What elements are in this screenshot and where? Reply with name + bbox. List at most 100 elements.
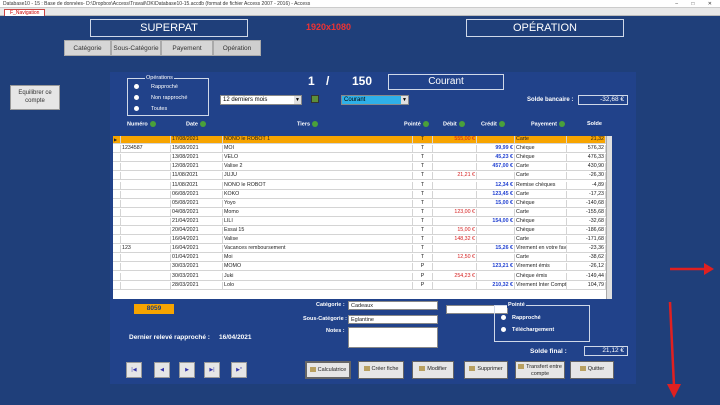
cell-solde[interactable]: -4,89 bbox=[567, 181, 606, 190]
row-selector[interactable] bbox=[113, 245, 121, 254]
cell-credit[interactable] bbox=[477, 227, 515, 235]
account-select[interactable]: Courant ▼ bbox=[341, 95, 409, 105]
cell-credit[interactable] bbox=[477, 136, 515, 144]
calculator-button[interactable]: Calculatrice bbox=[305, 361, 351, 379]
cell-date[interactable]: 13/08/2021 bbox=[171, 154, 223, 163]
table-row[interactable]: ▶ 17/08/2021 NONO le ROBOT 1 T 555,00 € Carte… bbox=[113, 136, 606, 144]
row-selector[interactable] bbox=[113, 181, 121, 190]
cell-pointe[interactable]: T bbox=[413, 154, 433, 163]
cell-payement[interactable]: Remise chèques bbox=[515, 181, 567, 190]
table-row[interactable]: 20/04/2021 Essai 15 T 15,00 € Chèque -186,68 bbox=[113, 227, 606, 235]
cell-tiers[interactable]: Yoyo bbox=[223, 199, 413, 208]
cell-solde[interactable]: -171,68 bbox=[567, 236, 606, 245]
cell-debit[interactable] bbox=[433, 190, 477, 199]
cell-payement[interactable]: Carte bbox=[515, 136, 567, 144]
minimize-button[interactable]: – bbox=[675, 1, 684, 7]
cell-payement[interactable]: Carte bbox=[515, 236, 567, 245]
cell-solde[interactable]: -32,68 bbox=[567, 217, 606, 226]
cell-date[interactable]: 05/08/2021 bbox=[171, 199, 223, 208]
cell-pointe[interactable]: T bbox=[413, 190, 433, 199]
cell-tiers[interactable]: NONO le ROBOT 1 bbox=[223, 136, 413, 144]
cell-date[interactable]: 20/04/2021 bbox=[171, 227, 223, 235]
cell-debit[interactable]: 12,50 € bbox=[433, 254, 477, 263]
cell-pointe[interactable]: P bbox=[413, 263, 433, 272]
col-solde[interactable]: Solde bbox=[587, 121, 602, 127]
cell-pointe[interactable]: T bbox=[413, 145, 433, 154]
cell-solde[interactable]: -26,30 bbox=[567, 172, 606, 181]
table-row[interactable]: 01/04/2021 Moi T 12,50 € Carte -38,62 bbox=[113, 254, 606, 263]
cell-num[interactable] bbox=[121, 136, 171, 144]
table-row[interactable]: 28/03/2021 Lolo P 210,32 € Virement Inter Co… bbox=[113, 281, 606, 290]
row-selector[interactable] bbox=[113, 272, 121, 281]
cell-debit[interactable]: 254,23 € bbox=[433, 272, 477, 281]
cell-date[interactable]: 04/08/2021 bbox=[171, 208, 223, 217]
col-debit[interactable]: Débit bbox=[443, 121, 465, 127]
cell-solde[interactable]: -23,36 bbox=[567, 245, 606, 254]
first-record-button[interactable]: |◀ bbox=[126, 362, 142, 378]
cell-credit[interactable]: 154,00 € bbox=[477, 217, 515, 226]
cell-pointe[interactable]: T bbox=[413, 136, 433, 144]
cell-pointe[interactable]: T bbox=[413, 199, 433, 208]
maximize-button[interactable]: □ bbox=[691, 1, 700, 7]
cell-pointe[interactable]: T bbox=[413, 163, 433, 172]
row-selector[interactable] bbox=[113, 208, 121, 217]
period-select[interactable]: 12 derniers mois ▼ bbox=[220, 95, 302, 105]
table-row[interactable]: 30/03/2021 MOMO P 123,21 € Virement émis -26,… bbox=[113, 263, 606, 272]
cell-solde[interactable]: -186,68 bbox=[567, 227, 606, 235]
table-row[interactable]: 11/08/2021 NONO le ROBOT T 12,34 € Remise ch… bbox=[113, 181, 606, 190]
sort-icon[interactable] bbox=[458, 121, 465, 127]
cell-solde[interactable]: 576,32 bbox=[567, 145, 606, 154]
create-record-button[interactable]: Créer fiche bbox=[358, 361, 404, 379]
cell-tiers[interactable]: Lolo bbox=[223, 281, 413, 290]
cell-tiers[interactable]: Moi bbox=[223, 254, 413, 263]
cell-payement[interactable]: Carte bbox=[515, 163, 567, 172]
table-row[interactable]: 05/08/2021 Yoyo T 15,00 € Chèque -140,68 bbox=[113, 199, 606, 208]
equilibrer-button[interactable]: Equilibrer ce compte bbox=[10, 85, 60, 110]
cell-date[interactable]: 30/03/2021 bbox=[171, 272, 223, 281]
pointe-telechargement[interactable]: Téléchargement bbox=[501, 327, 554, 333]
cell-tiers[interactable]: Essai 15 bbox=[223, 227, 413, 235]
row-selector[interactable] bbox=[113, 172, 121, 181]
col-tiers[interactable]: Tiers bbox=[297, 121, 319, 127]
transfer-button[interactable]: Transfert entre compte bbox=[515, 361, 565, 379]
previous-record-button[interactable]: ◀ bbox=[154, 362, 170, 378]
notes-field[interactable] bbox=[348, 327, 438, 348]
cell-credit[interactable]: 457,00 € bbox=[477, 163, 515, 172]
cell-payement[interactable]: Carte bbox=[515, 208, 567, 217]
cell-date[interactable]: 16/04/2021 bbox=[171, 245, 223, 254]
cell-tiers[interactable]: VELO bbox=[223, 154, 413, 163]
cell-payement[interactable]: Chèque bbox=[515, 154, 567, 163]
row-selector[interactable] bbox=[113, 145, 121, 154]
cell-date[interactable]: 12/08/2021 bbox=[171, 163, 223, 172]
cell-solde[interactable]: -38,62 bbox=[567, 254, 606, 263]
cell-date[interactable]: 17/08/2021 bbox=[171, 136, 223, 144]
cell-debit[interactable] bbox=[433, 181, 477, 190]
sort-icon[interactable] bbox=[422, 121, 429, 127]
cell-debit[interactable]: 15,00 € bbox=[433, 227, 477, 235]
cell-date[interactable]: 16/04/2021 bbox=[171, 236, 223, 245]
cell-debit[interactable] bbox=[433, 217, 477, 226]
cell-num[interactable] bbox=[121, 281, 171, 290]
row-selector[interactable] bbox=[113, 154, 121, 163]
last-record-button[interactable]: ▶| bbox=[204, 362, 220, 378]
cell-debit[interactable]: 148,32 € bbox=[433, 236, 477, 245]
cell-num[interactable] bbox=[121, 190, 171, 199]
cell-num[interactable] bbox=[121, 154, 171, 163]
tab-payement[interactable]: Payement bbox=[161, 40, 213, 56]
tab-sous-categorie[interactable]: Sous-Catégorie bbox=[111, 40, 161, 56]
cell-credit[interactable] bbox=[477, 236, 515, 245]
cell-num[interactable] bbox=[121, 199, 171, 208]
row-selector[interactable]: ▶ bbox=[113, 136, 121, 144]
cell-debit[interactable] bbox=[433, 245, 477, 254]
new-record-button[interactable]: ▶* bbox=[231, 362, 247, 378]
cell-credit[interactable] bbox=[477, 254, 515, 263]
cell-num[interactable] bbox=[121, 263, 171, 272]
cell-tiers[interactable]: LILI bbox=[223, 217, 413, 226]
cell-solde[interactable]: -17,23 bbox=[567, 190, 606, 199]
cell-tiers[interactable]: Juki bbox=[223, 272, 413, 281]
cell-payement[interactable]: Chèque bbox=[515, 145, 567, 154]
cell-tiers[interactable]: KOKO bbox=[223, 190, 413, 199]
cell-num[interactable] bbox=[121, 272, 171, 281]
cell-debit[interactable] bbox=[433, 263, 477, 272]
row-selector[interactable] bbox=[113, 163, 121, 172]
